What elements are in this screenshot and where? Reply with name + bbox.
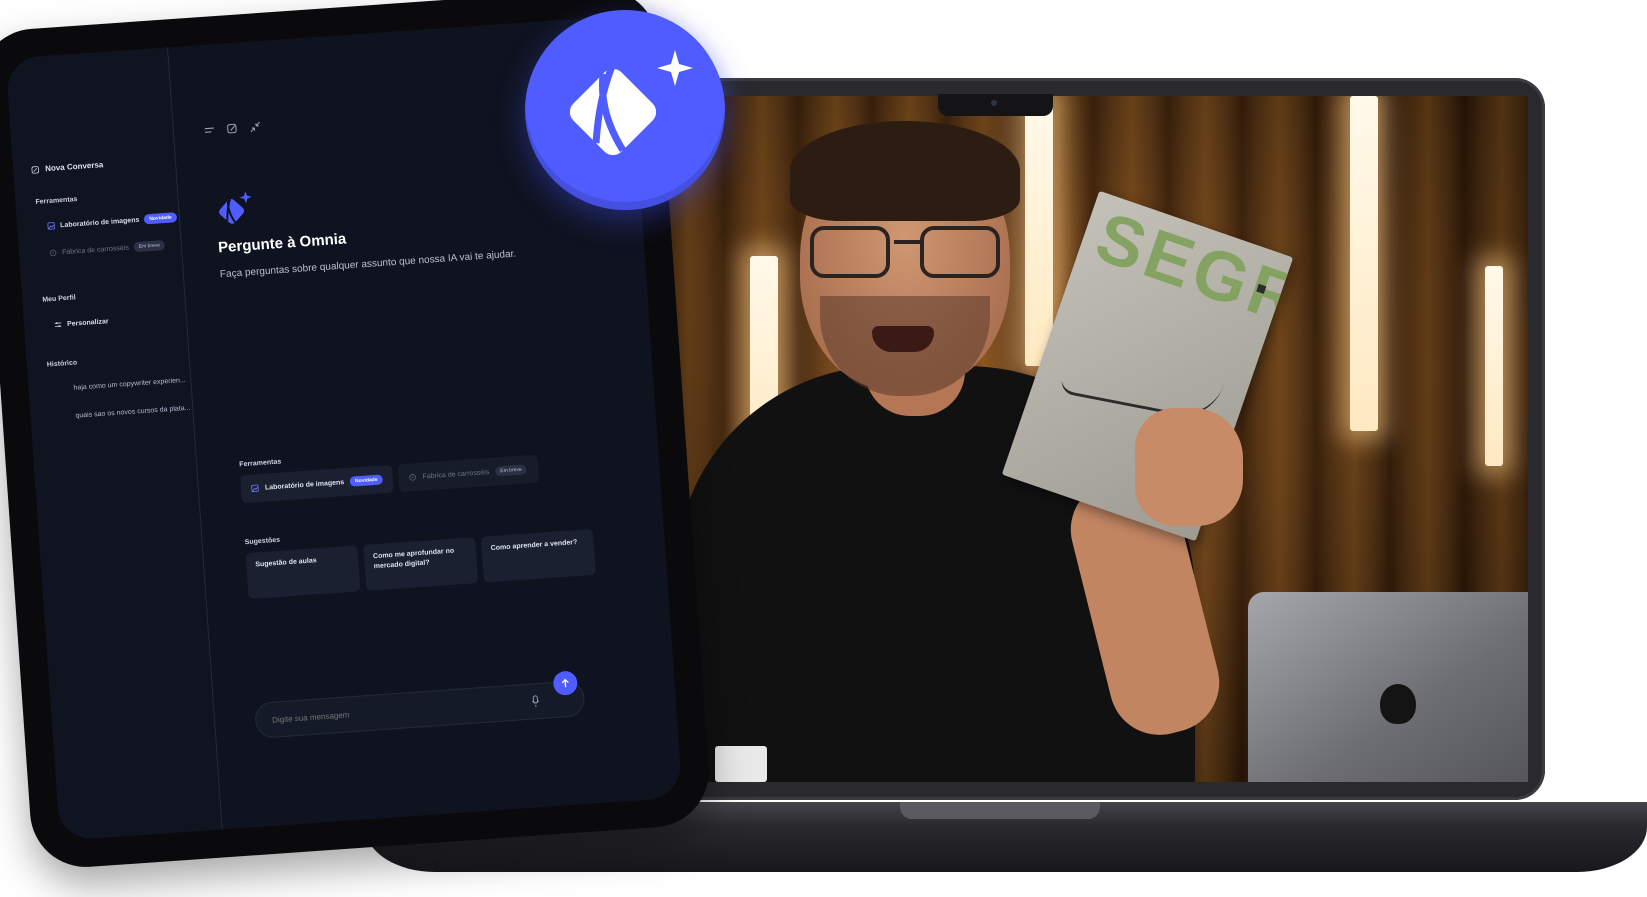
suggestion-card[interactable]: Sugestão de aulas bbox=[245, 545, 361, 600]
suggestions-heading: Sugestões bbox=[244, 536, 281, 547]
message-composer bbox=[253, 679, 586, 739]
tool-card-label: Laboratório de imagens bbox=[264, 478, 345, 492]
camera-icon bbox=[991, 100, 997, 106]
presenter-hand bbox=[1135, 408, 1243, 526]
suggestion-card[interactable]: Como me aprofundar no mercado digital? bbox=[363, 537, 479, 591]
sidebar-item-label: Fábrica de carrosséis bbox=[61, 244, 130, 256]
new-badge: Novidade bbox=[349, 474, 383, 487]
new-chat-button[interactable]: Nova Conversa bbox=[31, 160, 104, 174]
presenter-glasses bbox=[810, 226, 1000, 278]
sidebar-item-image-lab[interactable]: Laboratório de imagens Novidade bbox=[47, 212, 178, 231]
new-badge: Novidade bbox=[143, 212, 178, 225]
sidebar-item-personalize[interactable]: Personalizar bbox=[54, 317, 109, 329]
carousel-icon bbox=[409, 474, 416, 481]
camera-notch bbox=[938, 94, 1053, 116]
presenter-mouth bbox=[872, 326, 934, 352]
light-bar bbox=[1025, 96, 1053, 366]
image-icon bbox=[251, 484, 259, 493]
sidebar-item-label: Laboratório de imagens bbox=[59, 216, 140, 229]
history-item[interactable]: haja como um copywriter experien... bbox=[73, 377, 186, 392]
sliders-icon bbox=[54, 322, 62, 328]
video-player[interactable]: SEGREDO bbox=[650, 96, 1528, 782]
glasses-lens bbox=[810, 226, 890, 278]
glasses-bridge bbox=[894, 240, 920, 244]
history-item[interactable]: quais sao os novos cursos da plata... bbox=[75, 405, 190, 420]
carousel-icon bbox=[49, 249, 57, 257]
tool-card-carousel-factory[interactable]: Fábrica de carrosséis Em breve bbox=[397, 454, 540, 493]
new-chat-icon[interactable] bbox=[226, 123, 238, 135]
coming-soon-badge: Em breve bbox=[133, 240, 166, 253]
sidebar-item-label: Personalizar bbox=[66, 317, 109, 328]
message-input[interactable] bbox=[269, 697, 515, 726]
coming-soon-badge: Em breve bbox=[494, 464, 528, 477]
arrow-up-icon bbox=[561, 678, 569, 688]
suggestion-card[interactable]: Como aprender a vender? bbox=[480, 528, 596, 583]
light-bar bbox=[1350, 96, 1378, 431]
microphone-icon[interactable] bbox=[531, 695, 540, 708]
desk-box bbox=[715, 746, 767, 782]
collapse-icon[interactable] bbox=[249, 121, 261, 133]
presenter-hair bbox=[790, 121, 1020, 221]
tool-card-label: Fábrica de carrosséis bbox=[422, 468, 490, 481]
omnia-logo-icon bbox=[569, 50, 693, 156]
sidebar-item-carousel-factory[interactable]: Fábrica de carrosséis Em breve bbox=[49, 240, 166, 258]
light-bar bbox=[1485, 266, 1503, 466]
sidebar-history-heading: Histórico bbox=[46, 359, 78, 369]
tools-heading: Ferramentas bbox=[239, 458, 282, 469]
apple-logo-icon bbox=[1380, 684, 1416, 724]
tool-card-image-lab[interactable]: Laboratório de imagens Novidade bbox=[240, 464, 394, 504]
page-subtitle: Faça perguntas sobre qualquer assunto qu… bbox=[219, 248, 517, 281]
desk-laptop bbox=[1248, 592, 1528, 782]
laptop-hinge bbox=[900, 802, 1100, 819]
edit-icon bbox=[31, 165, 39, 174]
omnia-badge bbox=[525, 10, 725, 210]
page-title: Pergunte à Omnia bbox=[217, 230, 347, 257]
sidebar-tools-heading: Ferramentas bbox=[35, 196, 78, 206]
image-icon bbox=[47, 222, 55, 230]
omnia-logo-icon bbox=[219, 191, 252, 224]
new-chat-label: Nova Conversa bbox=[44, 160, 104, 174]
menu-icon[interactable] bbox=[204, 124, 216, 136]
glasses-lens bbox=[920, 226, 1000, 278]
toolbar bbox=[204, 121, 262, 136]
sidebar-profile-heading: Meu Perfil bbox=[42, 294, 76, 304]
